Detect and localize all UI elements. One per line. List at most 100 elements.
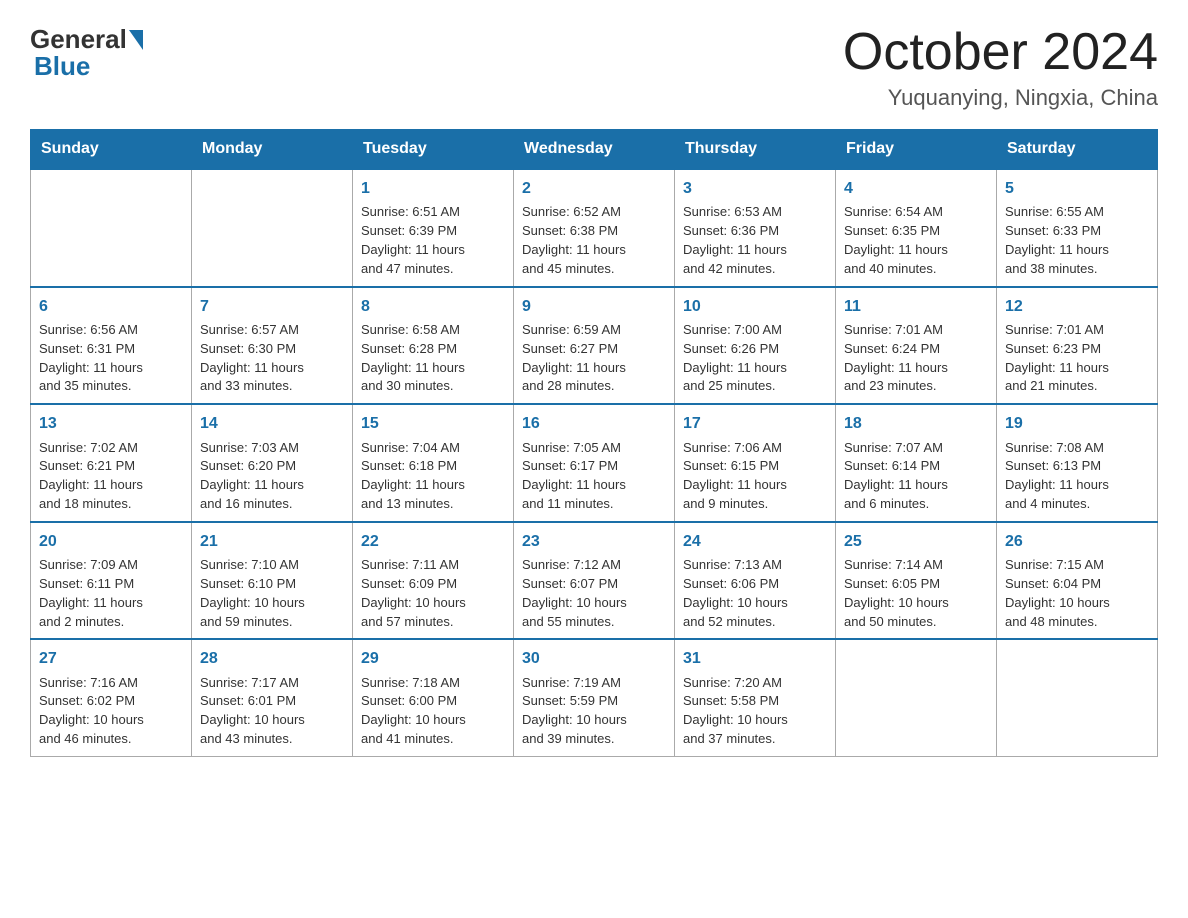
day-number: 16 [522,412,666,435]
day-number: 9 [522,295,666,318]
title-area: October 2024 Yuquanying, Ningxia, China [843,24,1158,111]
header-row: SundayMondayTuesdayWednesdayThursdayFrid… [31,130,1158,170]
logo-blue-text: Blue [30,51,90,82]
calendar-cell: 18 Sunrise: 7:07 AM Sunset: 6:14 PM Dayli… [836,404,997,522]
day-info: Sunrise: 6:55 AM Sunset: 6:33 PM Dayligh… [1005,203,1149,278]
calendar-table: SundayMondayTuesdayWednesdayThursdayFrid… [30,129,1158,757]
day-number: 3 [683,177,827,200]
day-number: 8 [361,295,505,318]
day-info: Sunrise: 6:54 AM Sunset: 6:35 PM Dayligh… [844,203,988,278]
calendar-cell: 3Sunrise: 6:53 AM Sunset: 6:36 PM Daylig… [675,169,836,287]
day-info: Sunrise: 7:03 AM Sunset: 6:20 PM Dayligh… [200,439,344,514]
day-info: Sunrise: 7:02 AM Sunset: 6:21 PM Dayligh… [39,439,183,514]
header-day-thursday: Thursday [675,130,836,170]
calendar-cell: 1 Sunrise: 6:51 AM Sunset: 6:39 PM Daylig… [353,169,514,287]
calendar-cell: 7Sunrise: 6:57 AM Sunset: 6:30 PM Daylig… [192,287,353,405]
day-number: 25 [844,530,988,553]
day-info: Sunrise: 7:14 AM Sunset: 6:05 PM Dayligh… [844,556,988,631]
calendar-cell: 14Sunrise: 7:03 AM Sunset: 6:20 PM Dayli… [192,404,353,522]
day-info: Sunrise: 7:10 AM Sunset: 6:10 PM Dayligh… [200,556,344,631]
day-number: 18 [844,412,988,435]
calendar-cell: 13 Sunrise: 7:02 AM Sunset: 6:21 PM Dayli… [31,404,192,522]
calendar-week-1: 1 Sunrise: 6:51 AM Sunset: 6:39 PM Daylig… [31,169,1158,287]
day-info: Sunrise: 7:01 AM Sunset: 6:24 PM Dayligh… [844,321,988,396]
calendar-week-2: 6 Sunrise: 6:56 AM Sunset: 6:31 PM Daylig… [31,287,1158,405]
calendar-cell: 2 Sunrise: 6:52 AM Sunset: 6:38 PM Daylig… [514,169,675,287]
calendar-cell: 9 Sunrise: 6:59 AM Sunset: 6:27 PM Daylig… [514,287,675,405]
calendar-cell: 25 Sunrise: 7:14 AM Sunset: 6:05 PM Dayli… [836,522,997,640]
day-number: 20 [39,530,183,553]
day-number: 2 [522,177,666,200]
day-number: 11 [844,295,988,318]
day-info: Sunrise: 7:01 AM Sunset: 6:23 PM Dayligh… [1005,321,1149,396]
day-number: 29 [361,647,505,670]
month-title: October 2024 [843,24,1158,81]
calendar-cell: 17 Sunrise: 7:06 AM Sunset: 6:15 PM Dayli… [675,404,836,522]
calendar-cell: 21 Sunrise: 7:10 AM Sunset: 6:10 PM Dayli… [192,522,353,640]
day-info: Sunrise: 7:20 AM Sunset: 5:58 PM Dayligh… [683,674,827,749]
day-info: Sunrise: 6:52 AM Sunset: 6:38 PM Dayligh… [522,203,666,278]
calendar-week-3: 13 Sunrise: 7:02 AM Sunset: 6:21 PM Dayli… [31,404,1158,522]
day-number: 26 [1005,530,1149,553]
day-number: 7 [200,295,344,318]
day-number: 30 [522,647,666,670]
day-info: Sunrise: 7:11 AM Sunset: 6:09 PM Dayligh… [361,556,505,631]
calendar-cell: 15Sunrise: 7:04 AM Sunset: 6:18 PM Dayli… [353,404,514,522]
day-number: 13 [39,412,183,435]
day-number: 19 [1005,412,1149,435]
day-info: Sunrise: 7:17 AM Sunset: 6:01 PM Dayligh… [200,674,344,749]
calendar-header: SundayMondayTuesdayWednesdayThursdayFrid… [31,130,1158,170]
calendar-cell: 16Sunrise: 7:05 AM Sunset: 6:17 PM Dayli… [514,404,675,522]
day-number: 24 [683,530,827,553]
calendar-cell [836,639,997,756]
calendar-cell: 19Sunrise: 7:08 AM Sunset: 6:13 PM Dayli… [997,404,1158,522]
day-info: Sunrise: 6:51 AM Sunset: 6:39 PM Dayligh… [361,203,505,278]
day-number: 10 [683,295,827,318]
calendar-week-4: 20Sunrise: 7:09 AM Sunset: 6:11 PM Dayli… [31,522,1158,640]
calendar-cell: 29 Sunrise: 7:18 AM Sunset: 6:00 PM Dayli… [353,639,514,756]
calendar-body: 1 Sunrise: 6:51 AM Sunset: 6:39 PM Daylig… [31,169,1158,756]
calendar-cell: 24 Sunrise: 7:13 AM Sunset: 6:06 PM Dayli… [675,522,836,640]
day-number: 21 [200,530,344,553]
calendar-cell [997,639,1158,756]
header-day-saturday: Saturday [997,130,1158,170]
logo: General Blue [30,24,143,82]
day-number: 4 [844,177,988,200]
calendar-cell: 10 Sunrise: 7:00 AM Sunset: 6:26 PM Dayli… [675,287,836,405]
calendar-week-5: 27Sunrise: 7:16 AM Sunset: 6:02 PM Dayli… [31,639,1158,756]
calendar-cell: 12 Sunrise: 7:01 AM Sunset: 6:23 PM Dayli… [997,287,1158,405]
day-info: Sunrise: 7:18 AM Sunset: 6:00 PM Dayligh… [361,674,505,749]
day-number: 17 [683,412,827,435]
calendar-cell: 20Sunrise: 7:09 AM Sunset: 6:11 PM Dayli… [31,522,192,640]
location-text: Yuquanying, Ningxia, China [843,85,1158,111]
day-number: 12 [1005,295,1149,318]
day-number: 1 [361,177,505,200]
day-number: 5 [1005,177,1149,200]
calendar-cell: 28Sunrise: 7:17 AM Sunset: 6:01 PM Dayli… [192,639,353,756]
day-number: 22 [361,530,505,553]
day-info: Sunrise: 7:06 AM Sunset: 6:15 PM Dayligh… [683,439,827,514]
header: General Blue October 2024 Yuquanying, Ni… [30,24,1158,111]
calendar-cell: 11 Sunrise: 7:01 AM Sunset: 6:24 PM Dayli… [836,287,997,405]
day-info: Sunrise: 7:13 AM Sunset: 6:06 PM Dayligh… [683,556,827,631]
header-day-wednesday: Wednesday [514,130,675,170]
calendar-cell: 23Sunrise: 7:12 AM Sunset: 6:07 PM Dayli… [514,522,675,640]
day-number: 27 [39,647,183,670]
day-info: Sunrise: 6:59 AM Sunset: 6:27 PM Dayligh… [522,321,666,396]
calendar-cell: 27Sunrise: 7:16 AM Sunset: 6:02 PM Dayli… [31,639,192,756]
day-info: Sunrise: 7:04 AM Sunset: 6:18 PM Dayligh… [361,439,505,514]
calendar-cell [192,169,353,287]
calendar-cell: 31Sunrise: 7:20 AM Sunset: 5:58 PM Dayli… [675,639,836,756]
day-info: Sunrise: 7:00 AM Sunset: 6:26 PM Dayligh… [683,321,827,396]
day-info: Sunrise: 6:56 AM Sunset: 6:31 PM Dayligh… [39,321,183,396]
calendar-cell: 5 Sunrise: 6:55 AM Sunset: 6:33 PM Daylig… [997,169,1158,287]
header-day-sunday: Sunday [31,130,192,170]
calendar-cell: 8Sunrise: 6:58 AM Sunset: 6:28 PM Daylig… [353,287,514,405]
header-day-monday: Monday [192,130,353,170]
day-number: 6 [39,295,183,318]
day-info: Sunrise: 7:07 AM Sunset: 6:14 PM Dayligh… [844,439,988,514]
calendar-cell: 26Sunrise: 7:15 AM Sunset: 6:04 PM Dayli… [997,522,1158,640]
calendar-cell: 30 Sunrise: 7:19 AM Sunset: 5:59 PM Dayli… [514,639,675,756]
header-day-tuesday: Tuesday [353,130,514,170]
day-info: Sunrise: 7:19 AM Sunset: 5:59 PM Dayligh… [522,674,666,749]
